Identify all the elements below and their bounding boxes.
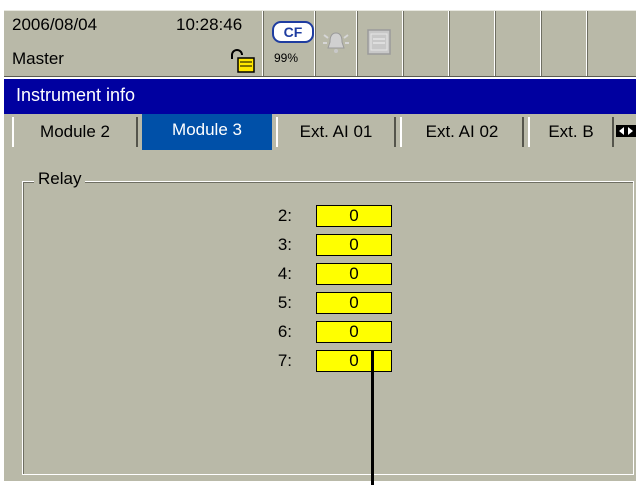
relay-label: 7: (277, 351, 292, 370)
status-date: 2006/08/04 (12, 15, 98, 34)
status-separator (356, 11, 358, 76)
relay-row: 3: 0 (254, 232, 414, 258)
relay-label: 3: (277, 235, 292, 254)
relay-value: 0 (316, 350, 392, 372)
tab-module-2[interactable]: Module 2 (12, 117, 138, 147)
status-separator (586, 11, 588, 76)
relay-label: 4: (277, 264, 292, 283)
status-time: 10:28:46 (176, 15, 243, 34)
relay-row: 4: 0 (254, 261, 414, 287)
relay-label: 6: (277, 322, 292, 341)
relay-row: 6: 0 (254, 319, 414, 345)
tab-strip: Module 2 Module 3 Ext. AI 01 Ext. AI 02 … (4, 114, 636, 151)
status-bar: 2006/08/04 10:28:46 Master CF 99% (4, 10, 636, 77)
window-titlebar: Instrument info (4, 79, 636, 114)
relay-value: 0 (316, 234, 392, 256)
callout-pointer-line (371, 350, 374, 485)
content-panel: Relay 2: 0 3: 0 4: 0 5: 0 6: 0 7: 0 (4, 151, 636, 481)
display-icon (367, 29, 391, 55)
alarm-bell-icon (323, 32, 349, 53)
relay-label: 2: (277, 206, 292, 225)
tab-scroll-arrows-icon[interactable] (616, 125, 636, 137)
relay-value: 0 (316, 292, 392, 314)
cf-card-icon: CF (272, 21, 314, 43)
lock-icon (231, 49, 255, 73)
relay-group-title: Relay (34, 169, 86, 189)
tab-module-3[interactable]: Module 3 (142, 114, 272, 150)
relay-value: 0 (316, 263, 392, 285)
instrument-screen: 2006/08/04 10:28:46 Master CF 99% Instru… (0, 0, 639, 485)
relay-row: 7: 0 (254, 348, 414, 374)
cf-usage: 99% (274, 51, 299, 65)
relay-value: 0 (316, 205, 392, 227)
status-separator (314, 11, 316, 76)
relay-label: 5: (277, 293, 292, 312)
tab-ext-ai-01[interactable]: Ext. AI 01 (276, 117, 396, 147)
window-title: Instrument info (16, 85, 136, 105)
relay-value: 0 (316, 321, 392, 343)
tab-ext-b[interactable]: Ext. B (528, 117, 614, 147)
status-separator (494, 11, 496, 76)
status-separator (448, 11, 450, 76)
status-separator (262, 11, 264, 76)
relay-row: 5: 0 (254, 290, 414, 316)
relay-row: 2: 0 (254, 203, 414, 229)
status-separator (402, 11, 404, 76)
status-user: Master (12, 49, 64, 68)
status-separator (540, 11, 542, 76)
tab-ext-ai-02[interactable]: Ext. AI 02 (400, 117, 524, 147)
